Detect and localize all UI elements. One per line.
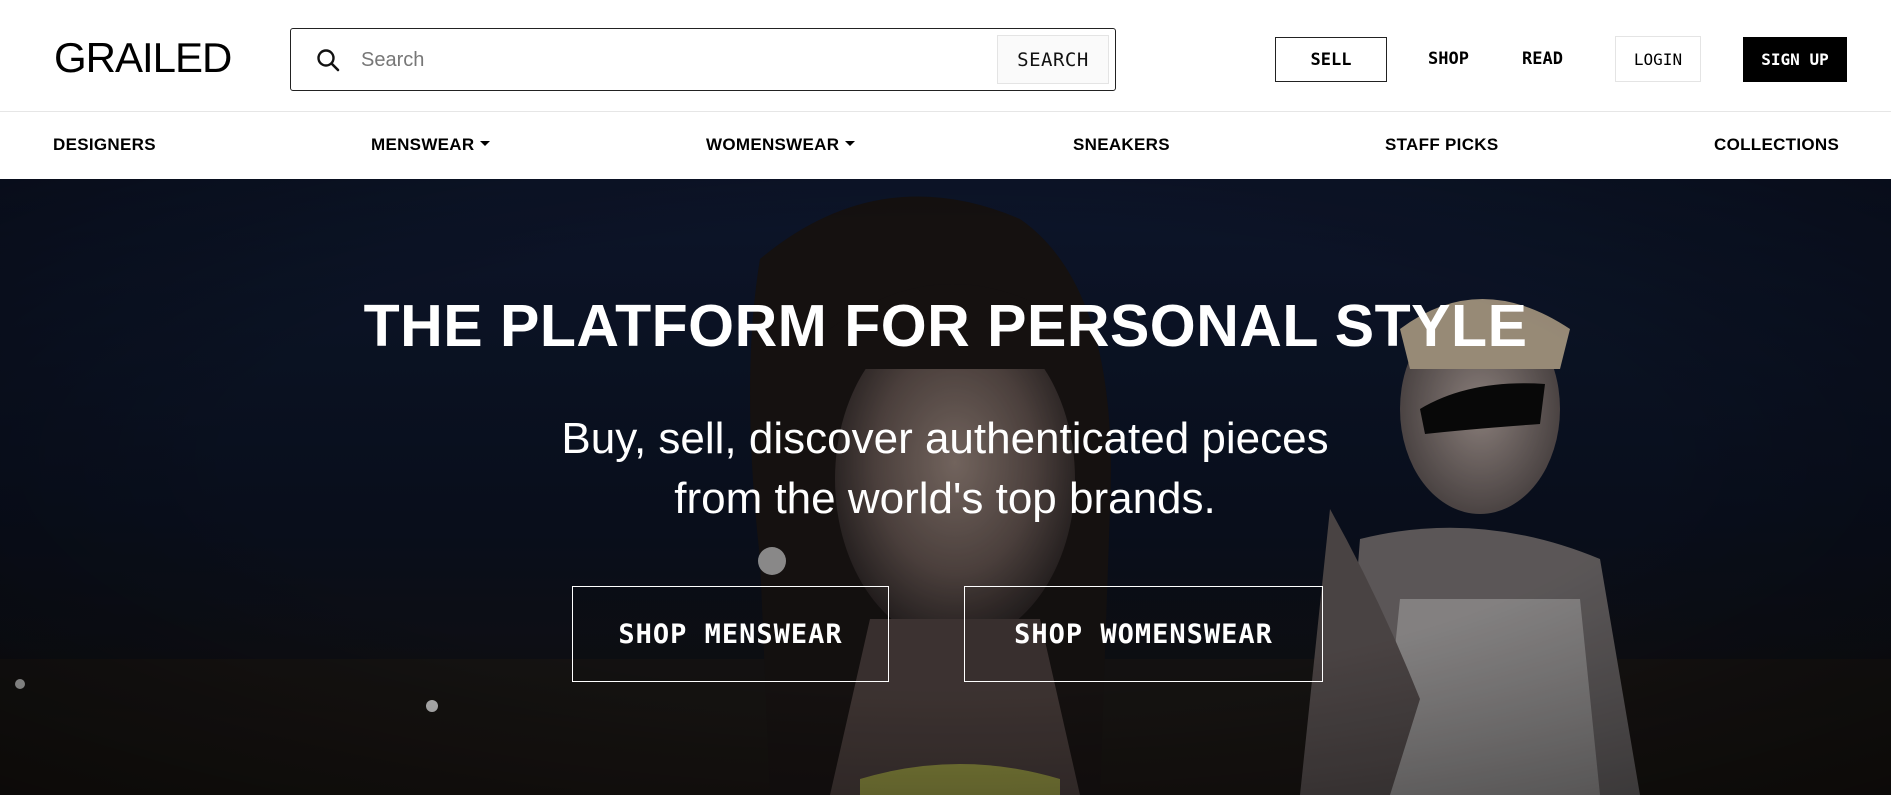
nav-item-label: STAFF PICKS bbox=[1385, 135, 1499, 154]
sign-up-button[interactable]: SIGN UP bbox=[1743, 37, 1847, 82]
hero-subtitle-line: from the world's top brands. bbox=[674, 474, 1216, 523]
search-icon bbox=[317, 49, 340, 72]
shop-womenswear-button[interactable]: SHOP WOMENSWEAR bbox=[964, 586, 1323, 682]
shop-link[interactable]: SHOP bbox=[1428, 48, 1469, 70]
category-nav: DESIGNERS MENSWEAR WOMENSWEAR SNEAKERS S… bbox=[0, 112, 1891, 179]
nav-item-designers[interactable]: DESIGNERS bbox=[53, 134, 156, 156]
search-bar[interactable]: SEARCH bbox=[290, 28, 1116, 91]
read-link[interactable]: READ bbox=[1522, 48, 1563, 70]
login-button[interactable]: LOGIN bbox=[1615, 36, 1701, 82]
nav-item-label: DESIGNERS bbox=[53, 135, 156, 154]
grailed-logo[interactable]: GRAILED bbox=[54, 34, 232, 82]
hero-subtitle-line: Buy, sell, discover authenticated pieces bbox=[561, 414, 1329, 463]
caret-down-icon bbox=[845, 141, 856, 147]
search-input[interactable] bbox=[359, 39, 1079, 81]
caret-down-icon bbox=[480, 141, 491, 147]
nav-item-sneakers[interactable]: SNEAKERS bbox=[1073, 134, 1170, 156]
hero-subtitle: Buy, sell, discover authenticated pieces… bbox=[445, 409, 1445, 529]
nav-item-label: SNEAKERS bbox=[1073, 135, 1170, 154]
search-button[interactable]: SEARCH bbox=[997, 35, 1109, 84]
nav-item-menswear[interactable]: MENSWEAR bbox=[371, 134, 491, 156]
hero-title: THE PLATFORM FOR PERSONAL STYLE bbox=[363, 293, 1528, 359]
nav-item-womenswear[interactable]: WOMENSWEAR bbox=[706, 134, 856, 156]
nav-item-collections[interactable]: COLLECTIONS bbox=[1714, 134, 1839, 156]
hero-banner: THE PLATFORM FOR PERSONAL STYLE Buy, sel… bbox=[0, 179, 1891, 795]
sell-button[interactable]: SELL bbox=[1275, 37, 1387, 82]
nav-item-label: MENSWEAR bbox=[371, 135, 475, 154]
site-header: GRAILED SEARCH SELL SHOP READ LOGIN SIGN… bbox=[0, 0, 1891, 112]
nav-item-label: COLLECTIONS bbox=[1714, 135, 1840, 154]
nav-item-label: WOMENSWEAR bbox=[706, 135, 840, 154]
shop-menswear-button[interactable]: SHOP MENSWEAR bbox=[572, 586, 889, 682]
nav-item-staff-picks[interactable]: STAFF PICKS bbox=[1385, 134, 1499, 156]
